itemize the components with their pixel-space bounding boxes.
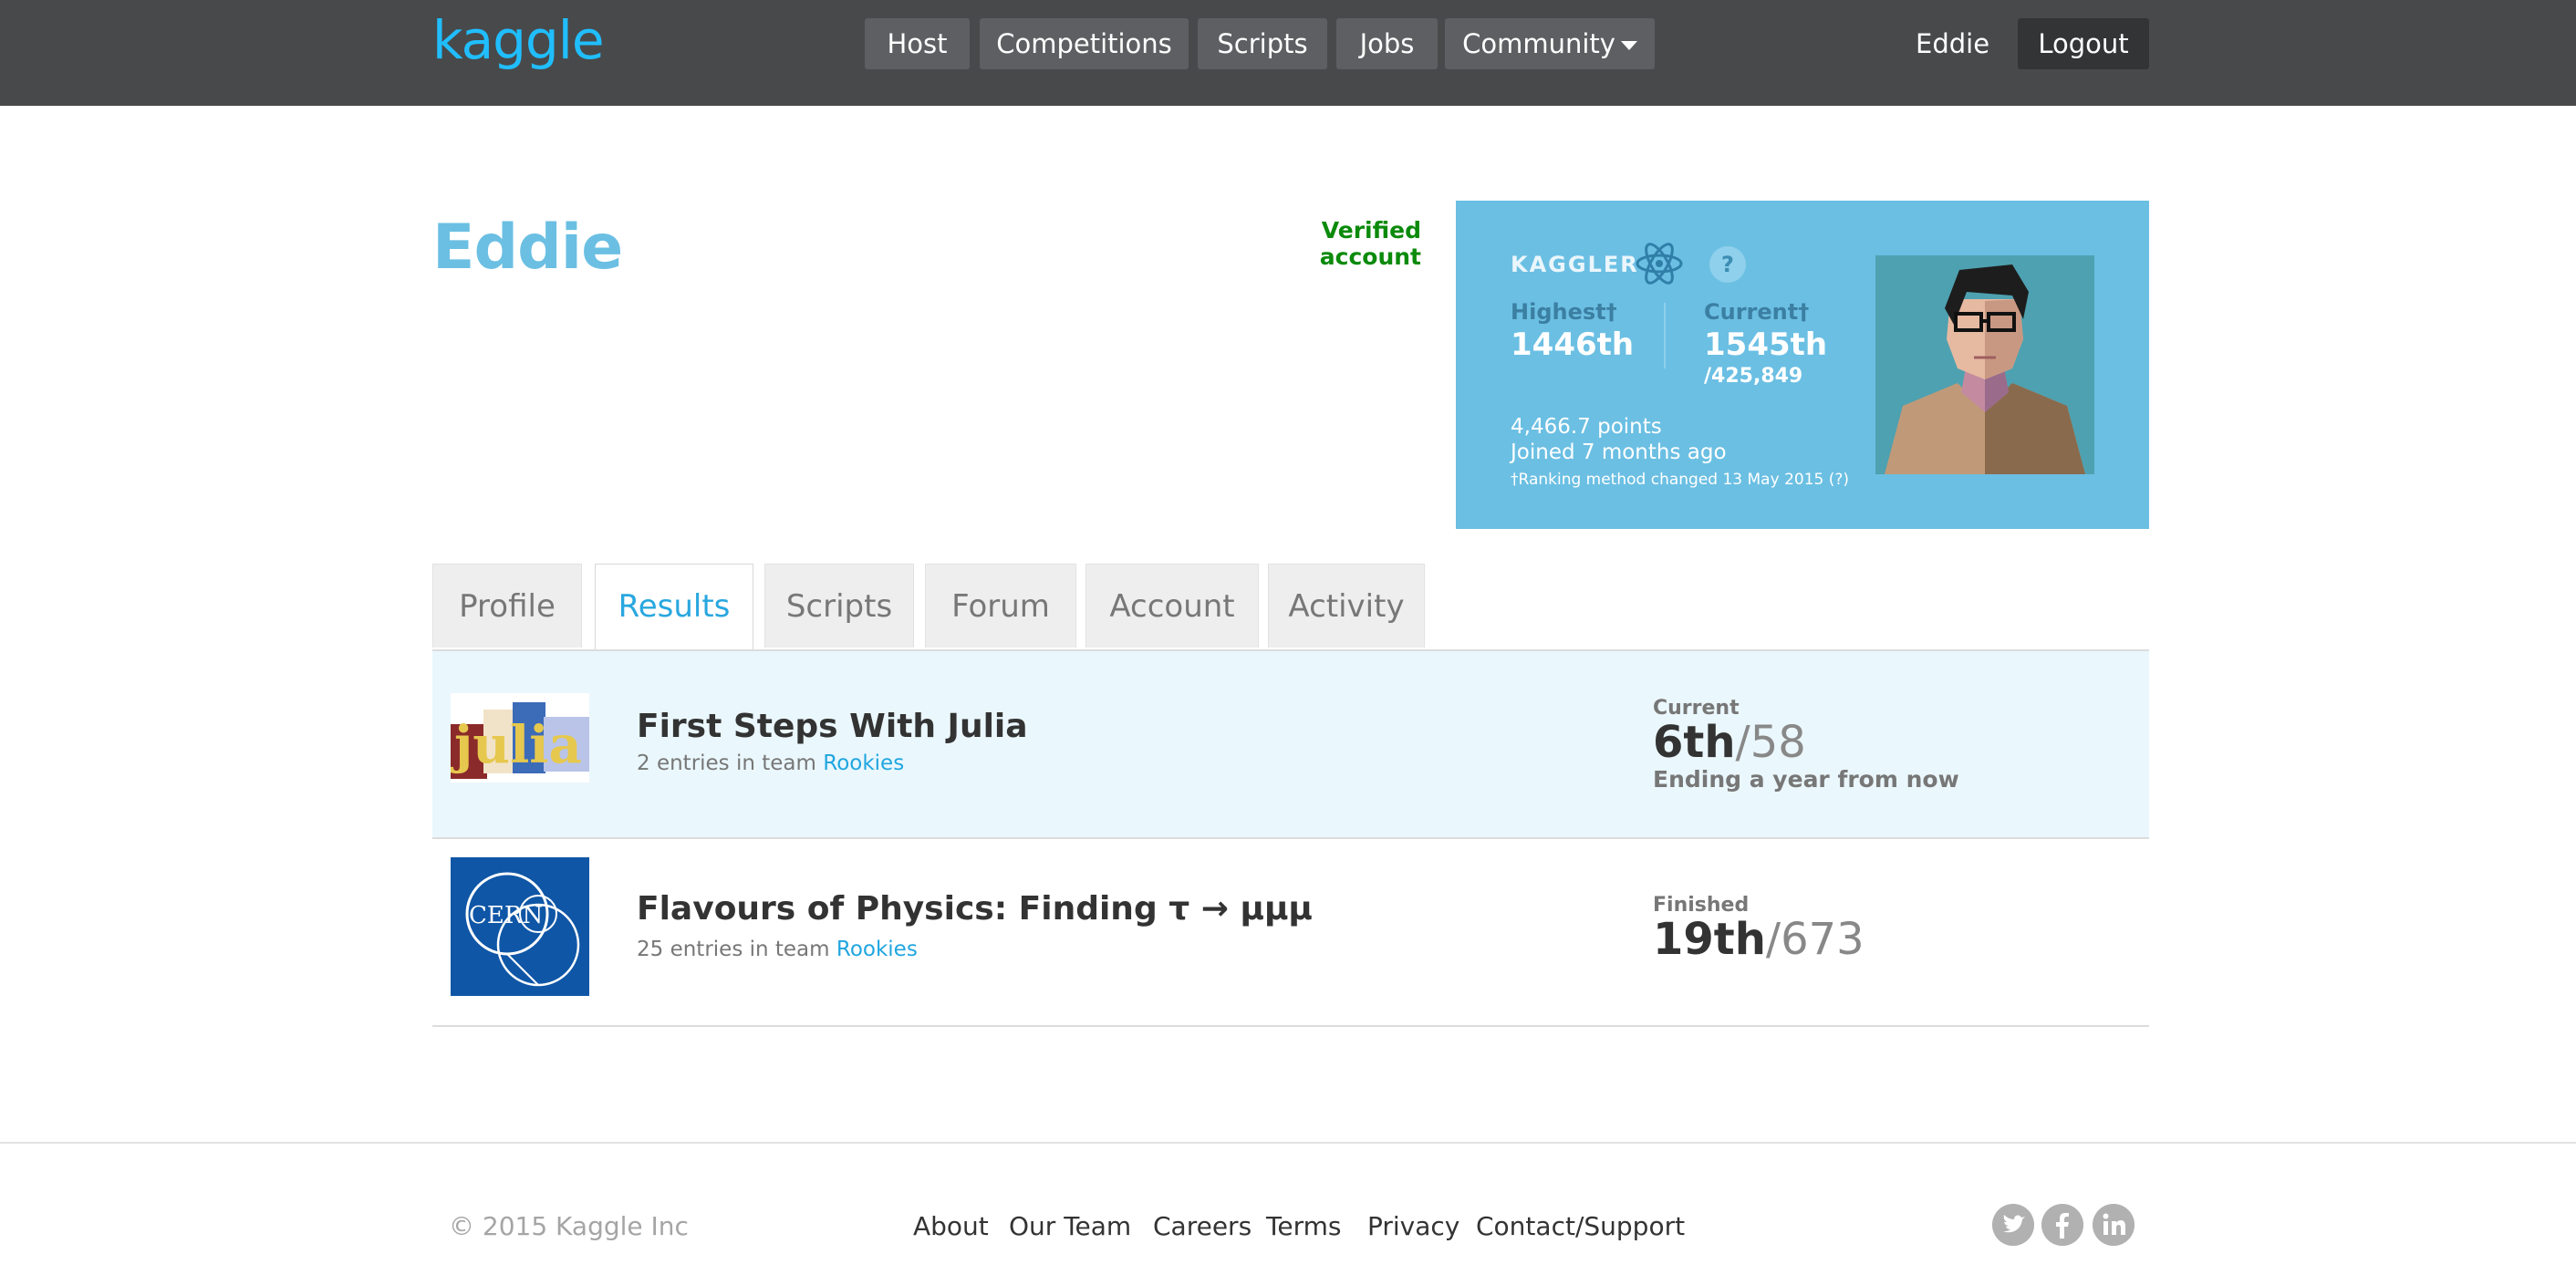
tab-scripts[interactable]: Scripts: [764, 564, 914, 648]
cern-logo: CERN: [451, 857, 589, 996]
ending-text: Ending a year from now: [1653, 766, 1959, 793]
nav-community[interactable]: Community: [1445, 18, 1655, 69]
competition-title[interactable]: Flavours of Physics: Finding τ → μμμ: [637, 890, 1313, 928]
tab-profile[interactable]: Profile: [432, 564, 582, 648]
footer-link-our-team[interactable]: Our Team: [1009, 1211, 1131, 1241]
nav-scripts[interactable]: Scripts: [1198, 18, 1327, 69]
rank-total: /58: [1735, 717, 1806, 768]
julia-logo-text: julia: [451, 715, 582, 775]
stat-divider: [1664, 303, 1666, 368]
facebook-icon[interactable]: [2041, 1204, 2083, 1246]
ranking-card: KAGGLER ? Highest† 1446th Current† 1545t…: [1456, 201, 2149, 529]
rank-place: 19th: [1653, 914, 1766, 965]
tab-results[interactable]: Results: [595, 564, 753, 651]
twitter-icon[interactable]: [1992, 1204, 2034, 1246]
cern-logo-text: CERN: [469, 902, 543, 929]
julia-logo: julia: [451, 693, 589, 783]
footer-divider: [0, 1142, 2576, 1144]
rank-value: 19th/673: [1653, 914, 1864, 965]
joined-text: Joined 7 months ago: [1511, 441, 1727, 464]
kaggle-logo[interactable]: kaggle: [432, 9, 605, 71]
avatar[interactable]: [1875, 255, 2094, 474]
linkedin-icon[interactable]: [2093, 1204, 2135, 1246]
highest-label: Highest†: [1511, 299, 1617, 325]
tab-account[interactable]: Account: [1085, 564, 1259, 648]
help-icon[interactable]: ?: [1709, 246, 1746, 283]
tab-activity[interactable]: Activity: [1268, 564, 1425, 648]
top-navbar: kaggle Host Competitions Scripts Jobs Co…: [0, 0, 2576, 106]
footer-link-careers[interactable]: Careers: [1153, 1211, 1252, 1241]
copyright: © 2015 Kaggle Inc: [449, 1211, 689, 1241]
points-block: 4,466.7 points Joined 7 months ago: [1511, 414, 1727, 465]
ranking-note[interactable]: †Ranking method changed 13 May 2015 (?): [1511, 471, 1849, 489]
verified-account-label: Verified account: [1319, 217, 1421, 270]
caret-down-icon: [1620, 41, 1637, 50]
entries-text: 25 entries in team: [637, 938, 830, 961]
logout-button[interactable]: Logout: [2018, 18, 2149, 69]
team-link[interactable]: Rookies: [836, 938, 918, 961]
highest-rank: 1446th: [1511, 327, 1635, 363]
user-name-link[interactable]: Eddie: [1916, 18, 1989, 69]
footer-link-contact[interactable]: Contact/Support: [1476, 1211, 1685, 1241]
current-label: Current†: [1704, 299, 1810, 325]
nav-competitions[interactable]: Competitions: [980, 18, 1189, 69]
entries-text: 2 entries in team: [637, 752, 816, 775]
nav-host[interactable]: Host: [865, 18, 970, 69]
current-total: /425,849: [1704, 365, 1803, 388]
entries-line: 25 entries in team Rookies: [637, 938, 918, 961]
nav-community-label: Community: [1462, 28, 1615, 59]
tab-forum[interactable]: Forum: [925, 564, 1076, 648]
points-text: 4,466.7 points: [1511, 415, 1662, 439]
rank-value: 6th/58: [1653, 717, 1806, 768]
footer-link-privacy[interactable]: Privacy: [1367, 1211, 1459, 1241]
current-rank: 1545th: [1704, 327, 1828, 363]
kaggler-badge-icon: [1636, 243, 1683, 285]
profile-name: Eddie: [432, 212, 623, 284]
tier-label: KAGGLER: [1511, 252, 1639, 277]
result-row[interactable]: CERN Flavours of Physics: Finding τ → μμ…: [432, 839, 2149, 1027]
competition-title[interactable]: First Steps With Julia: [637, 708, 1028, 745]
footer-link-terms[interactable]: Terms: [1266, 1211, 1341, 1241]
footer-link-about[interactable]: About: [913, 1211, 989, 1241]
nav-jobs[interactable]: Jobs: [1336, 18, 1438, 69]
entries-line: 2 entries in team Rookies: [637, 752, 904, 775]
rank-total: /673: [1765, 914, 1864, 965]
team-link[interactable]: Rookies: [823, 752, 904, 775]
rank-place: 6th: [1653, 717, 1736, 768]
result-row[interactable]: julia First Steps With Julia 2 entries i…: [432, 651, 2149, 839]
